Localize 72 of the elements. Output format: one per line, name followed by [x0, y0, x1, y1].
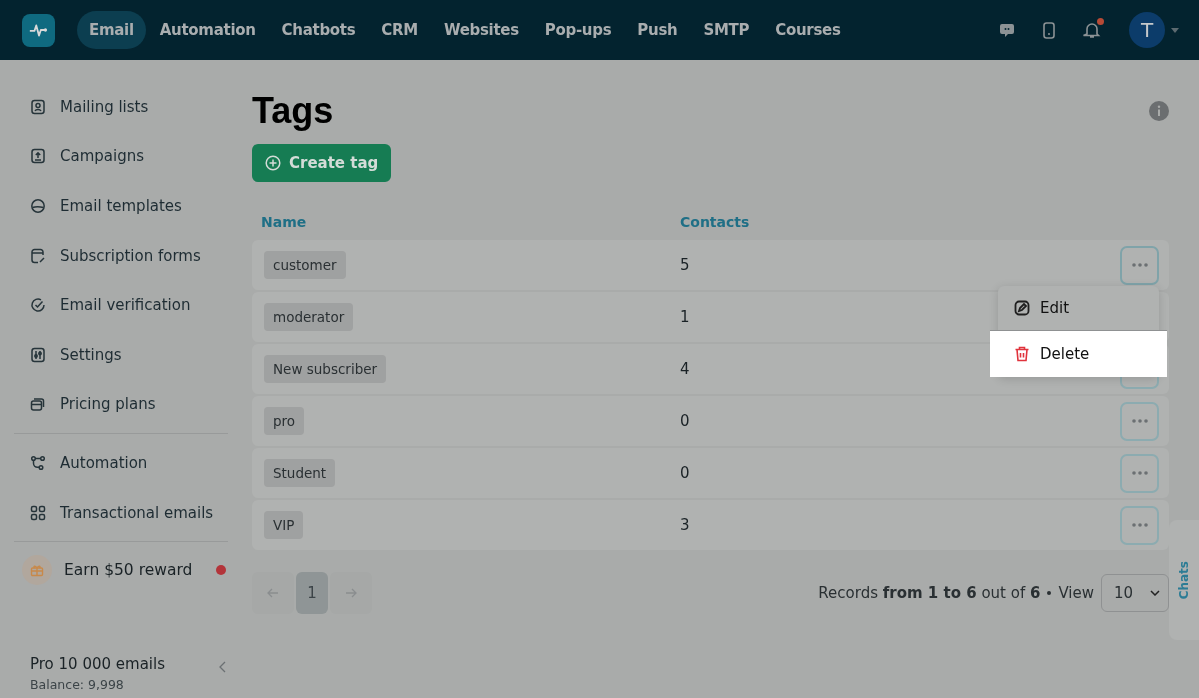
sidebar-item[interactable]: Email verification [14, 280, 228, 330]
records-text: Records from 1 to 6 out of 6 [818, 584, 1041, 602]
page-title: Tags [252, 90, 334, 132]
nav-tab[interactable]: Push [625, 11, 690, 49]
flow-icon [30, 454, 46, 471]
template-icon [30, 198, 46, 214]
menu-item[interactable]: Edit [998, 286, 1159, 330]
arrow-right-icon [345, 588, 357, 598]
sidebar-item[interactable]: Settings [14, 329, 228, 380]
tag-chip: Student [264, 459, 336, 487]
more-button[interactable] [1120, 401, 1159, 441]
caret-icon[interactable] [1171, 27, 1179, 33]
sidebar-item[interactable]: Automation [14, 438, 228, 488]
nav-tab[interactable]: Courses [763, 11, 853, 49]
nav-tab[interactable]: Websites [431, 11, 531, 49]
more-button[interactable] [1120, 245, 1159, 285]
contacts-count: 1 [680, 308, 691, 326]
trash-icon [1014, 346, 1030, 362]
nav-tab[interactable]: Chatbots [269, 11, 368, 49]
create-tag-button[interactable]: Create tag [252, 144, 392, 182]
chevron-left-icon[interactable] [219, 661, 226, 673]
grid-icon [30, 504, 46, 521]
chevron-down-icon [1150, 590, 1160, 596]
separator-dot [1047, 591, 1052, 595]
more-icon [1131, 263, 1148, 267]
tag-chip: customer [264, 251, 346, 279]
contacts-count: 3 [680, 516, 691, 534]
sliders-icon [30, 346, 46, 363]
contacts-count: 5 [680, 256, 691, 274]
logo-icon[interactable] [22, 13, 55, 47]
plan-name: Pro 10 000 emails [30, 655, 165, 673]
more-icon [1131, 419, 1148, 423]
sidebar-item[interactable]: Pricing plans [14, 379, 228, 430]
user-avatar[interactable]: T [1129, 12, 1165, 48]
sidebar-item[interactable]: Transactional emails [14, 487, 228, 538]
nav-tab[interactable]: CRM [369, 11, 430, 49]
chat-icon[interactable] [999, 22, 1015, 38]
sidebar-item[interactable]: Mailing lists [14, 82, 228, 132]
more-icon [1131, 523, 1148, 527]
arrow-left-icon [267, 588, 279, 598]
reward-item[interactable]: Earn $50 reward [14, 546, 228, 595]
tag-chip: New subscriber [264, 355, 387, 383]
tag-chip: pro [264, 407, 305, 435]
upload-icon [30, 148, 46, 165]
more-icon [1131, 471, 1148, 475]
info-icon[interactable] [1149, 101, 1169, 121]
sidebar-item[interactable]: Campaigns [14, 131, 228, 182]
nav-tab[interactable]: Pop-ups [532, 11, 624, 49]
nav-tab[interactable]: SMTP [691, 11, 762, 49]
tag-chip: VIP [264, 511, 304, 539]
contacts-count: 4 [680, 360, 691, 378]
gift-icon [22, 555, 52, 586]
nav-tab[interactable]: Automation [147, 11, 268, 49]
balance-text: Balance: 9,998 [30, 677, 125, 692]
page-button[interactable]: 1 [296, 572, 328, 614]
sidebar-item[interactable]: Subscription forms [14, 230, 228, 281]
cards-icon [30, 396, 46, 413]
pencil-icon [1014, 300, 1030, 316]
form-icon [30, 247, 46, 264]
nav-tab[interactable]: Email [77, 11, 146, 49]
plus-circle-icon [265, 155, 281, 171]
phone-icon[interactable] [1043, 21, 1055, 39]
bell-icon[interactable] [1083, 21, 1101, 39]
contact-card-icon [30, 98, 46, 115]
menu-item[interactable]: Delete [990, 330, 1167, 377]
more-button[interactable] [1120, 453, 1159, 493]
view-label: View [1058, 584, 1094, 602]
contacts-count: 0 [680, 412, 691, 430]
contacts-count: 0 [680, 464, 691, 482]
tag-chip: moderator [264, 303, 354, 331]
more-button[interactable] [1120, 505, 1159, 545]
sidebar-item[interactable]: Email templates [14, 181, 228, 231]
